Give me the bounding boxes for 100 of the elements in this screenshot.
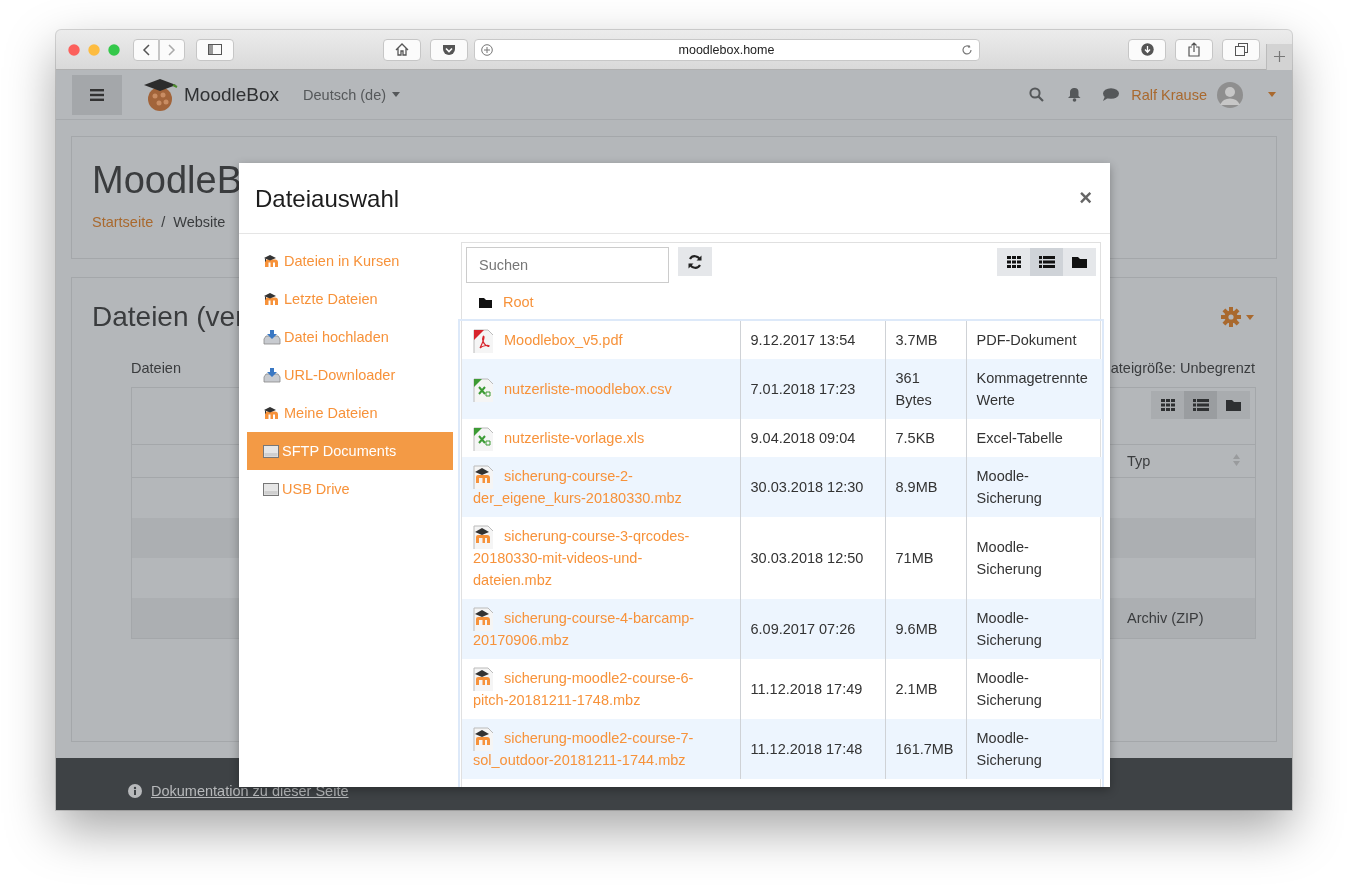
plus-icon bbox=[1274, 51, 1285, 62]
type-cell: Moodle-Sicherung bbox=[966, 719, 1102, 779]
type-cell: Moodle-Sicherung bbox=[966, 599, 1102, 659]
size-cell: 161.7MB bbox=[885, 719, 966, 779]
logo-icon bbox=[142, 76, 178, 113]
view-toggle-button[interactable] bbox=[1030, 247, 1063, 276]
menu-button[interactable] bbox=[72, 74, 122, 115]
home-icon bbox=[394, 43, 409, 56]
breadcrumb-item: Website bbox=[173, 214, 226, 230]
size-cell: 361 Bytes bbox=[885, 359, 966, 419]
file-name-link[interactable]: nutzerliste-vorlage.xls bbox=[462, 419, 740, 457]
list-view-icon bbox=[1192, 399, 1209, 411]
brand-name[interactable]: MoodleBox bbox=[184, 83, 280, 106]
view-toggle-button[interactable] bbox=[1063, 247, 1096, 276]
address-bar[interactable]: moodlebox.home bbox=[473, 38, 980, 61]
repository-item[interactable]: Dateien in Kursen bbox=[247, 242, 453, 280]
close-button[interactable]: × bbox=[1079, 187, 1092, 209]
pocket-icon bbox=[441, 43, 456, 56]
bell-icon[interactable] bbox=[1068, 87, 1082, 102]
date-cell: 30.03.2018 12:30 bbox=[740, 457, 885, 517]
repository-item[interactable]: Meine Dateien bbox=[247, 394, 453, 432]
search-field[interactable]: Suchen bbox=[466, 247, 669, 283]
add-icon bbox=[480, 43, 493, 56]
view-toggle-button[interactable] bbox=[1151, 391, 1184, 419]
moodle-icon bbox=[263, 254, 281, 268]
tabs-button[interactable] bbox=[1222, 38, 1260, 61]
file-name-link[interactable]: sicherung-course-3-qrcodes-20180330-mit-videos-und-dateien.mbz bbox=[462, 517, 740, 599]
info-icon bbox=[128, 784, 142, 798]
file-name-link[interactable]: sicherung-moodle2-course-7-sol_outdoor-20181211-1744.mbz bbox=[462, 719, 740, 779]
breadcrumb-separator: / bbox=[161, 214, 166, 230]
file-name-link[interactable]: sicherung-course-4-barcamp-20170906.mbz bbox=[462, 599, 740, 659]
menu-icon bbox=[90, 88, 104, 101]
forward-icon bbox=[168, 43, 176, 56]
sort-icon bbox=[1233, 454, 1240, 466]
file-name-link[interactable]: sicherung-moodle2-course-6-pitch-20181211-1748.mbz bbox=[462, 659, 740, 719]
drive-icon bbox=[263, 482, 279, 496]
field-label: Dateien bbox=[131, 360, 181, 378]
view-toggle-button[interactable] bbox=[1217, 391, 1250, 419]
repository-item[interactable]: Letzte Dateien bbox=[247, 280, 453, 318]
caret-icon bbox=[392, 92, 401, 97]
view-toggle-button[interactable] bbox=[1184, 391, 1217, 419]
size-cell: 8.9MB bbox=[885, 457, 966, 517]
moodle-backup-file-icon bbox=[473, 465, 493, 489]
home-button[interactable] bbox=[382, 38, 421, 61]
column-header[interactable]: Typ bbox=[1127, 453, 1151, 469]
back-button[interactable] bbox=[133, 38, 159, 61]
type-cell: Moodle-Sicherung bbox=[966, 457, 1102, 517]
breadcrumb-link[interactable]: Root bbox=[503, 294, 534, 310]
drive-icon bbox=[263, 444, 279, 458]
language-menu[interactable]: Deutsch (de) bbox=[303, 86, 401, 103]
downloads-button[interactable] bbox=[1128, 38, 1166, 61]
refresh-icon bbox=[688, 254, 702, 269]
spreadsheet-file-icon bbox=[473, 427, 493, 451]
share-button[interactable] bbox=[1175, 38, 1213, 61]
moodle-backup-file-icon bbox=[473, 525, 493, 549]
folder-icon bbox=[1072, 255, 1087, 268]
folder-icon bbox=[1226, 399, 1241, 411]
breadcrumb-link[interactable]: Startseite bbox=[92, 214, 154, 230]
file-name-link[interactable]: nutzerliste-moodlebox.csv bbox=[462, 359, 740, 419]
repository-item[interactable]: SFTP Documents bbox=[247, 432, 453, 470]
tabs-icon bbox=[1234, 43, 1248, 56]
repository-item[interactable]: Datei hochladen bbox=[247, 318, 453, 356]
dialog-title: Dateiauswahl bbox=[255, 184, 401, 213]
settings-icon bbox=[1221, 307, 1241, 327]
moodle-icon bbox=[263, 292, 281, 306]
pocket-button[interactable] bbox=[429, 38, 468, 61]
sidebar-icon bbox=[208, 44, 222, 55]
page-title: MoodleB bbox=[92, 158, 242, 202]
pdf-file-icon bbox=[473, 329, 493, 353]
moodle-backup-file-icon bbox=[473, 727, 493, 751]
size-cell: 9.6MB bbox=[885, 599, 966, 659]
user-name[interactable]: Ralf Krause bbox=[1131, 86, 1207, 103]
upload-icon bbox=[263, 367, 281, 383]
upload-icon bbox=[263, 329, 281, 345]
file-name-link[interactable]: Moodlebox_v5.pdf bbox=[462, 321, 740, 359]
list-view-icon bbox=[1038, 255, 1055, 268]
date-cell: 11.12.2018 17:48 bbox=[740, 719, 885, 779]
spreadsheet-file-icon bbox=[473, 378, 493, 402]
share-icon bbox=[1188, 42, 1200, 57]
moodle-backup-file-icon bbox=[473, 607, 493, 631]
grid-view-icon bbox=[1160, 399, 1175, 411]
grid-view-icon bbox=[1006, 255, 1021, 268]
file-name-link[interactable]: sicherung-course-2-der_eigene_kurs-20180330.mbz bbox=[462, 457, 740, 517]
repository-item[interactable]: USB Drive bbox=[247, 470, 453, 508]
url-text: moodlebox.home bbox=[677, 42, 776, 57]
folder-icon bbox=[479, 296, 492, 308]
moodle-icon bbox=[263, 406, 281, 420]
view-toggle-button[interactable] bbox=[997, 247, 1030, 276]
caret-icon bbox=[1246, 314, 1254, 320]
back-icon bbox=[142, 43, 150, 56]
date-cell: 7.01.2018 17:23 bbox=[740, 359, 885, 419]
new-tab-button[interactable] bbox=[1266, 43, 1292, 70]
date-cell: 6.09.2017 07:26 bbox=[740, 599, 885, 659]
search-icon[interactable] bbox=[1029, 87, 1045, 102]
repository-item[interactable]: URL-Downloader bbox=[247, 356, 453, 394]
reload-icon bbox=[960, 43, 973, 56]
max-size-text: ateigröße: Unbegrenzt bbox=[1110, 360, 1255, 378]
chat-icon[interactable] bbox=[1103, 88, 1120, 101]
sidebar-button[interactable] bbox=[196, 38, 234, 61]
refresh-button[interactable] bbox=[678, 247, 712, 276]
